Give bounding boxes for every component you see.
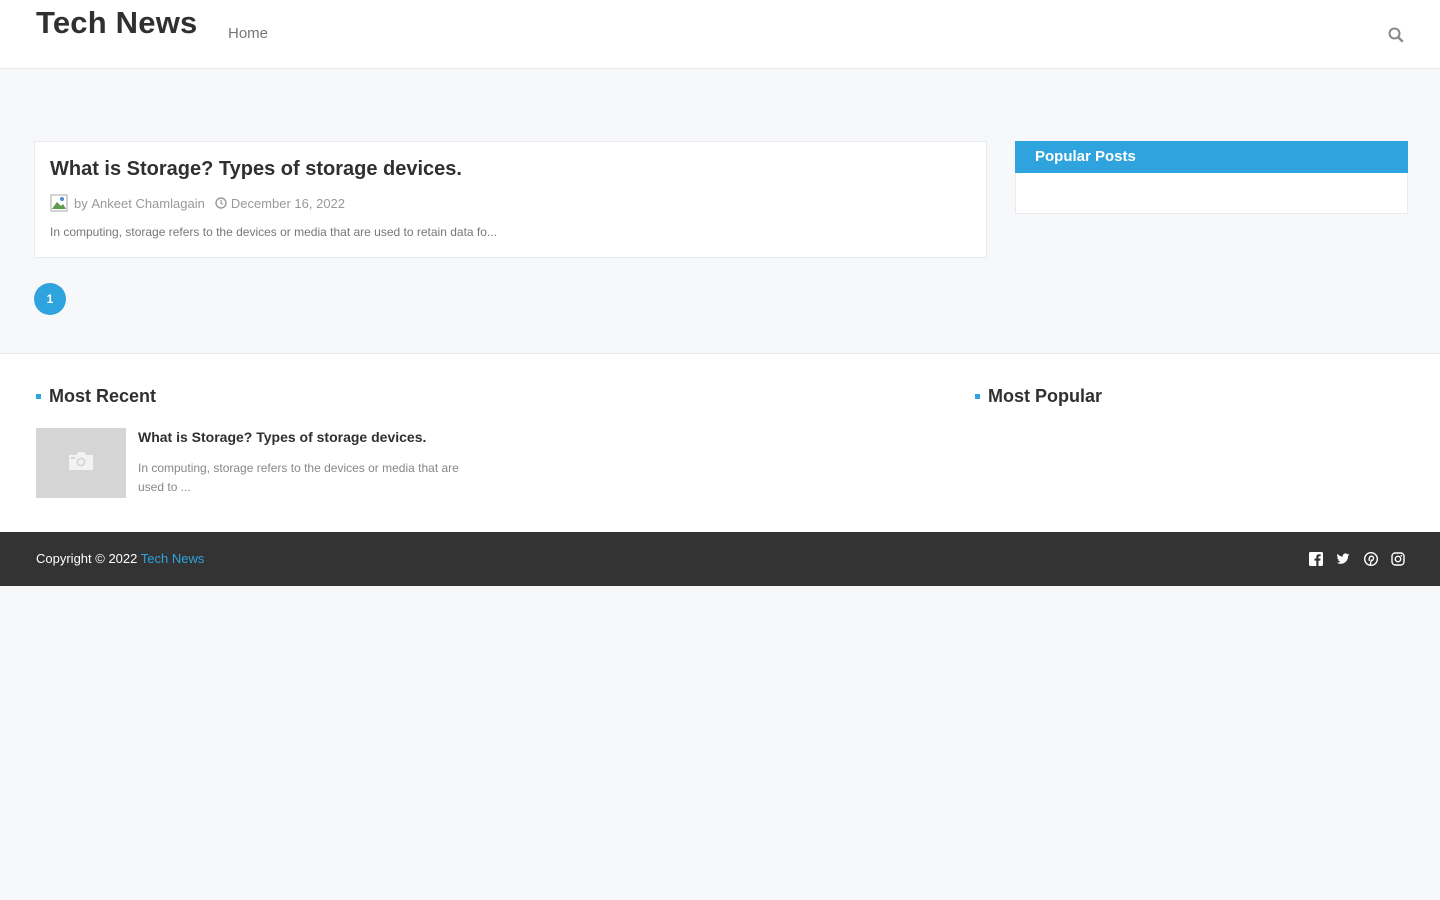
clock-icon (215, 197, 227, 209)
nav-item-home[interactable]: Home (228, 25, 268, 42)
most-popular-heading: Most Popular (975, 386, 1102, 407)
copyright-link[interactable]: Tech News (141, 551, 205, 566)
most-recent-title: Most Recent (49, 386, 157, 406)
post-snippet: In computing, storage refers to the devi… (50, 225, 497, 239)
most-recent-heading: Most Recent (36, 386, 156, 407)
footer-widgets: Most Recent Most Popular What is Storage… (0, 353, 1440, 532)
author-avatar-icon (50, 194, 68, 212)
post-meta: by Ankeet Chamlagain December 16, 2022 (50, 194, 345, 212)
bullet-icon (975, 394, 980, 399)
author-prefix: by (74, 195, 88, 211)
site-title[interactable]: Tech News (36, 5, 197, 41)
instagram-icon[interactable] (1391, 552, 1405, 566)
post-title[interactable]: What is Storage? Types of storage device… (50, 158, 462, 181)
post-card: What is Storage? Types of storage device… (34, 141, 987, 258)
copyright-text: Copyright © 2022 (36, 551, 138, 566)
search-icon[interactable] (1386, 25, 1406, 45)
recent-post-snippet: In computing, storage refers to the devi… (138, 461, 459, 494)
recent-post-thumbnail[interactable] (36, 428, 126, 498)
twitter-icon[interactable] (1336, 552, 1350, 566)
facebook-icon[interactable] (1309, 552, 1323, 566)
copyright: Copyright © 2022 Tech News (36, 551, 204, 566)
author-link[interactable]: Ankeet Chamlagain (91, 196, 204, 211)
pinterest-icon[interactable] (1363, 551, 1379, 567)
widget-title: Popular Posts (1035, 148, 1136, 165)
post-date: December 16, 2022 (230, 195, 346, 211)
pagination-page-1[interactable]: 1 (34, 283, 66, 315)
recent-post-title[interactable]: What is Storage? Types of storage device… (138, 429, 426, 445)
site-header: Tech News Home (0, 0, 1440, 69)
post-date-wrap: December 16, 2022 (215, 196, 345, 211)
popular-posts-widget: Popular Posts (1015, 141, 1408, 214)
widget-header: Popular Posts (1015, 141, 1408, 173)
footer-bar: Copyright © 2022 Tech News (0, 532, 1440, 586)
camera-icon (68, 451, 94, 476)
most-popular-title: Most Popular (988, 386, 1103, 406)
bullet-icon (36, 394, 41, 399)
